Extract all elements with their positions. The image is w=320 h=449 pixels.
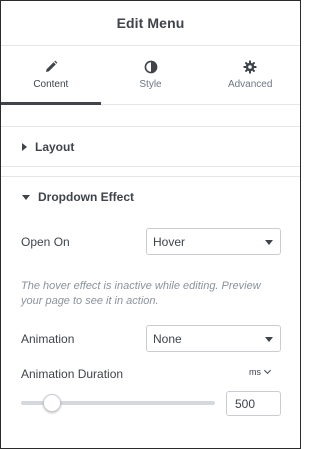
unit-label: ms: [249, 367, 261, 377]
slider-thumb[interactable]: [43, 394, 62, 412]
animation-duration-label: Animation Duration: [21, 367, 124, 381]
section-dropdown-effect-toggle[interactable]: Dropdown Effect: [1, 176, 300, 216]
edit-menu-panel: Edit Menu Content Style Advanced Layout …: [0, 0, 301, 449]
panel-title: Edit Menu: [116, 15, 185, 31]
pencil-icon: [44, 60, 58, 74]
gear-icon: [243, 60, 257, 74]
animation-value: None: [153, 331, 182, 346]
animation-select[interactable]: None: [146, 325, 281, 352]
open-on-select[interactable]: Hover: [146, 228, 281, 255]
open-on-value: Hover: [153, 234, 186, 249]
chevron-down-icon: [263, 366, 272, 375]
animation-duration-slider[interactable]: [21, 393, 215, 413]
hover-effect-note: The hover effect is inactive while editi…: [21, 280, 261, 307]
tab-label: Advanced: [227, 79, 273, 90]
section-title: Layout: [35, 139, 75, 154]
tab-style[interactable]: Style: [101, 47, 201, 104]
panel-header: Edit Menu: [1, 1, 300, 46]
animation-label: Animation: [21, 332, 75, 346]
tab-advanced[interactable]: Advanced: [200, 47, 300, 104]
dropdown-arrow-icon: [265, 240, 273, 245]
caret-right-icon: [22, 142, 27, 151]
tab-bar: Content Style Advanced: [1, 47, 300, 105]
open-on-label: Open On: [21, 235, 70, 249]
tab-content[interactable]: Content: [1, 47, 101, 105]
section-layout-toggle[interactable]: Layout: [1, 126, 300, 167]
section-title: Dropdown Effect: [38, 189, 134, 204]
tab-label: Style: [139, 79, 162, 90]
animation-duration-input[interactable]: [226, 391, 281, 416]
dropdown-arrow-icon: [265, 337, 273, 342]
unit-selector[interactable]: ms: [249, 366, 272, 377]
caret-down-icon: [22, 194, 30, 200]
tab-label: Content: [33, 79, 69, 90]
contrast-icon: [144, 60, 158, 74]
